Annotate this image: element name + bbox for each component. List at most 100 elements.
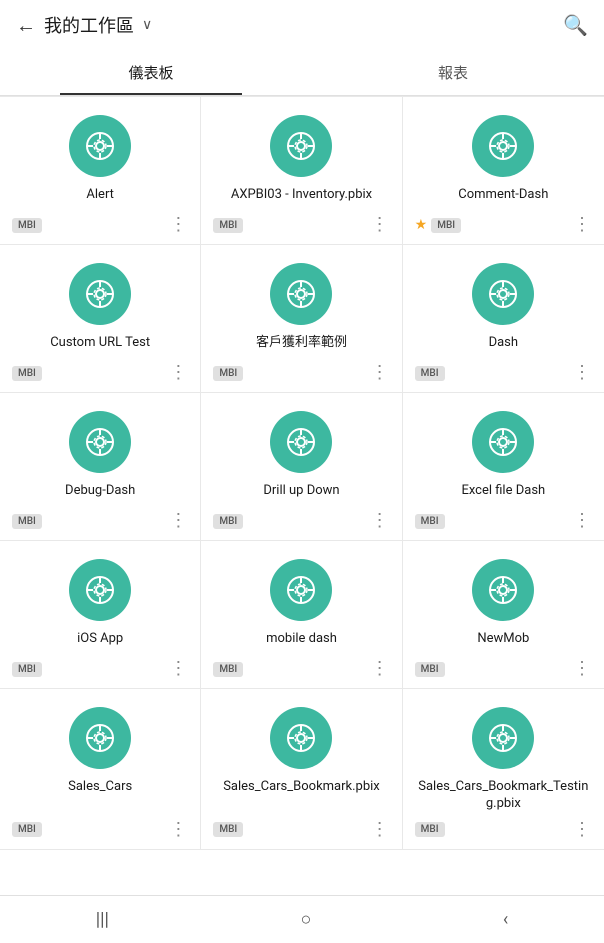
more-options-icon[interactable]: ⋮	[169, 821, 188, 839]
app-header: ← 我的工作區 ∨ 🔍	[0, 0, 604, 50]
dashboard-icon	[472, 411, 534, 473]
more-options-icon[interactable]: ⋮	[371, 216, 390, 234]
home-nav-icon[interactable]: ○	[300, 909, 311, 930]
card-name: Dash	[489, 335, 518, 352]
card-footer: MBI ⋮	[213, 216, 389, 234]
dashboard-card-excel-file-dash[interactable]: Excel file Dash MBI ⋮	[403, 393, 604, 541]
card-name: NewMob	[477, 631, 529, 648]
card-footer: MBI ⋮	[213, 660, 389, 678]
tab-bar: 儀表板 報表	[0, 50, 604, 96]
card-footer: MBI ⋮	[12, 512, 188, 530]
more-options-icon[interactable]: ⋮	[371, 660, 390, 678]
card-footer: MBI ⋮	[415, 364, 592, 382]
more-options-icon[interactable]: ⋮	[169, 660, 188, 678]
dashboard-card-dash[interactable]: Dash MBI ⋮	[403, 245, 604, 393]
card-name: Sales_Cars	[68, 779, 132, 796]
card-name: iOS App	[77, 631, 123, 648]
bottom-navigation: ||| ○ ‹	[0, 895, 604, 943]
badge-row: MBI	[213, 366, 243, 381]
dashboard-icon	[472, 263, 534, 325]
dashboard-card-sales-cars-bookmark-test[interactable]: Sales_Cars_Bookmark_Testing.pbix MBI ⋮	[403, 689, 604, 850]
card-name: Sales_Cars_Bookmark.pbix	[223, 779, 380, 796]
mbi-badge: MBI	[213, 662, 243, 677]
more-options-icon[interactable]: ⋮	[371, 512, 390, 530]
header-left: ← 我的工作區 ∨	[16, 12, 152, 38]
mbi-badge: MBI	[12, 514, 42, 529]
card-footer: MBI ⋮	[415, 821, 592, 839]
more-options-icon[interactable]: ⋮	[169, 216, 188, 234]
mbi-badge: MBI	[213, 366, 243, 381]
more-options-icon[interactable]: ⋮	[573, 660, 592, 678]
content-area: AlertMBI⋮ AXPBI03 - Inventory.pbixMBI⋮ C…	[0, 96, 604, 898]
dashboard-card-ios-app[interactable]: iOS App MBI ⋮	[0, 541, 201, 689]
dashboard-card-drill-up-down[interactable]: Drill up Down MBI⋮	[201, 393, 402, 541]
dashboard-card-sales-cars[interactable]: Sales_Cars MBI ⋮	[0, 689, 201, 850]
card-footer: MBI ⋮	[415, 512, 592, 530]
dashboard-icon	[69, 707, 131, 769]
dashboard-card-customer-example[interactable]: 客戶獲利率範例 MBI ⋮	[201, 245, 402, 393]
more-options-icon[interactable]: ⋮	[573, 512, 592, 530]
mbi-badge: MBI	[415, 514, 445, 529]
badge-row: MBI	[415, 366, 445, 381]
dashboard-card-debug-dash[interactable]: Debug-Dash MBI ⋮	[0, 393, 201, 541]
dashboard-icon	[270, 411, 332, 473]
dashboard-card-sales-cars-bookmark[interactable]: Sales_Cars_Bookmark.pbix MBI ⋮	[201, 689, 402, 850]
dashboard-card-newmob[interactable]: NewMob MBI ⋮	[403, 541, 604, 689]
dashboard-card-custom-url-test[interactable]: Custom URL Test MBI ⋮	[0, 245, 201, 393]
dashboard-icon	[69, 559, 131, 621]
more-options-icon[interactable]: ⋮	[573, 364, 592, 382]
dashboard-icon	[270, 263, 332, 325]
mbi-badge: MBI	[213, 822, 243, 837]
dashboard-icon	[69, 411, 131, 473]
badge-row: MBI	[213, 218, 243, 233]
more-options-icon[interactable]: ⋮	[371, 364, 390, 382]
card-name: Comment-Dash	[458, 187, 548, 204]
badge-row: MBI	[12, 366, 42, 381]
dashboard-card-alert[interactable]: AlertMBI⋮	[0, 97, 201, 245]
more-options-icon[interactable]: ⋮	[371, 821, 390, 839]
mbi-badge: MBI	[12, 662, 42, 677]
menu-nav-icon[interactable]: |||	[96, 909, 109, 930]
badge-row: MBI	[213, 662, 243, 677]
dashboard-icon	[472, 115, 534, 177]
badge-row: MBI	[12, 822, 42, 837]
back-nav-icon[interactable]: ‹	[503, 909, 508, 930]
dashboard-card-axpbi03[interactable]: AXPBI03 - Inventory.pbixMBI⋮	[201, 97, 402, 245]
card-footer: MBI ⋮	[12, 821, 188, 839]
more-options-icon[interactable]: ⋮	[169, 364, 188, 382]
chevron-down-icon[interactable]: ∨	[142, 17, 152, 33]
mbi-badge: MBI	[213, 218, 243, 233]
back-icon[interactable]: ←	[16, 13, 36, 38]
search-icon[interactable]: 🔍	[563, 13, 588, 37]
mbi-badge: MBI	[12, 822, 42, 837]
workspace-title: 我的工作區	[44, 12, 134, 38]
dashboard-grid: AlertMBI⋮ AXPBI03 - Inventory.pbixMBI⋮ C…	[0, 96, 604, 850]
card-name: Custom URL Test	[50, 335, 150, 352]
card-footer: MBI⋮	[213, 512, 389, 530]
card-name: 客戶獲利率範例	[256, 335, 347, 352]
card-name: Sales_Cars_Bookmark_Testing.pbix	[415, 779, 592, 813]
badge-row: MBI	[415, 514, 445, 529]
card-name: Excel file Dash	[461, 483, 545, 500]
mbi-badge: MBI	[415, 662, 445, 677]
card-footer: ★MBI ⋮	[415, 216, 592, 234]
dashboard-card-mobile-dash[interactable]: mobile dash MBI ⋮	[201, 541, 402, 689]
mbi-badge: MBI	[12, 366, 42, 381]
card-footer: MBI ⋮	[415, 660, 592, 678]
mbi-badge: MBI	[431, 218, 461, 233]
mbi-badge: MBI	[415, 822, 445, 837]
more-options-icon[interactable]: ⋮	[573, 821, 592, 839]
card-name: Drill up Down	[263, 483, 339, 500]
dashboard-card-comment-dash[interactable]: Comment-Dash ★MBI ⋮	[403, 97, 604, 245]
more-options-icon[interactable]: ⋮	[169, 512, 188, 530]
mbi-badge: MBI	[415, 366, 445, 381]
badge-row: MBI	[213, 822, 243, 837]
dashboard-icon	[69, 115, 131, 177]
star-icon: ★	[415, 217, 428, 233]
card-footer: MBI ⋮	[213, 364, 389, 382]
card-name: mobile dash	[266, 631, 337, 648]
tab-reports[interactable]: 報表	[302, 50, 604, 95]
more-options-icon[interactable]: ⋮	[573, 216, 592, 234]
card-name: Debug-Dash	[65, 483, 135, 500]
tab-dashboards[interactable]: 儀表板	[0, 50, 302, 95]
